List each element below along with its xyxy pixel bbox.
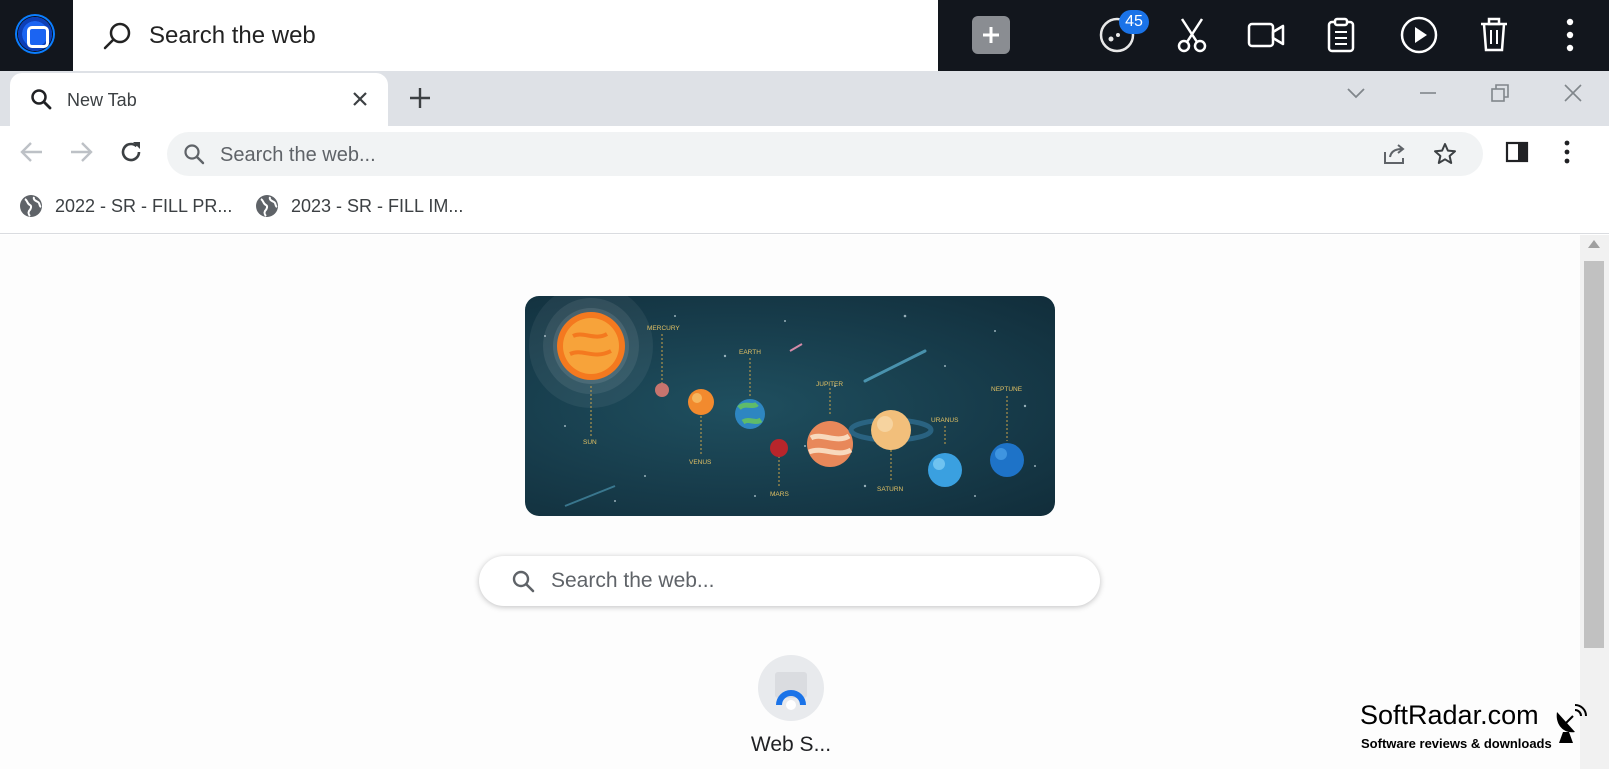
- minimize-icon[interactable]: [1416, 81, 1440, 105]
- tab-search-chevron-down-icon[interactable]: [1344, 81, 1368, 105]
- web-search-favicon-icon: [775, 672, 807, 710]
- tab-strip: New Tab: [0, 71, 1609, 126]
- close-window-icon[interactable]: [1561, 81, 1585, 105]
- bookmarks-bar: 2022 - SR - FILL PR... 2023 - SR - FILL …: [0, 182, 1609, 234]
- bookmark-item[interactable]: 2023 - SR - FILL IM...: [255, 192, 463, 220]
- top-search-bar[interactable]: Search the web: [73, 0, 938, 71]
- solar-system-banner: SUN MERCURY VENUS EARTH MARS JUPITER SAT…: [525, 296, 1055, 516]
- search-icon: [31, 89, 52, 110]
- satellite-dish-icon: [1556, 704, 1587, 743]
- video-camera-icon: [1247, 22, 1285, 48]
- address-bar[interactable]: Search the web...: [167, 132, 1483, 176]
- play-button[interactable]: [1398, 14, 1440, 56]
- shortcut-favicon: [758, 655, 824, 721]
- app-logo-icon[interactable]: [15, 14, 55, 54]
- softradar-watermark: SoftRadar.com Software reviews & downloa…: [1357, 700, 1587, 760]
- tab-new-tab[interactable]: New Tab: [10, 73, 388, 126]
- back-arrow-icon[interactable]: [18, 138, 46, 166]
- bookmark-star-icon[interactable]: [1433, 142, 1457, 166]
- globe-icon: [20, 195, 42, 217]
- bookmark-item[interactable]: 2022 - SR - FILL PR...: [19, 192, 232, 220]
- forward-arrow-icon[interactable]: [67, 138, 95, 166]
- planet-label-neptune: NEPTUNE: [991, 386, 1023, 393]
- planet-label-saturn: SATURN: [877, 486, 904, 493]
- screen: Search the web 45 New Tab Search the web…: [0, 0, 1609, 769]
- top-search-text: Search the web: [149, 21, 316, 49]
- bookmark-label: 2022 - SR - FILL PR...: [55, 195, 233, 216]
- new-tab-plus-icon[interactable]: [407, 85, 433, 111]
- vertical-dots-icon: [1566, 18, 1574, 52]
- shortcut-label: Web S...: [750, 733, 832, 756]
- search-icon: [512, 570, 535, 593]
- trash-icon: [1481, 17, 1507, 52]
- close-tab-icon[interactable]: [350, 89, 370, 109]
- planet-label-uranus: URANUS: [931, 417, 959, 424]
- plus-icon: [983, 27, 999, 43]
- address-bar-placeholder: Search the web...: [220, 144, 376, 166]
- planet-label-venus: VENUS: [689, 459, 712, 466]
- app-top-bar: Search the web 45: [0, 0, 1609, 71]
- solar-system-illustration: SUN MERCURY VENUS EARTH MARS JUPITER SAT…: [529, 296, 1036, 507]
- notification-badge: 45: [1119, 10, 1149, 34]
- share-icon[interactable]: [1382, 142, 1408, 166]
- restore-window-icon[interactable]: [1488, 81, 1512, 105]
- record-video-button[interactable]: [1245, 14, 1287, 56]
- scrollbar-thumb[interactable]: [1584, 261, 1604, 648]
- watermark-subtitle: Software reviews & downloads: [1361, 736, 1552, 751]
- clipboard-icon: [1327, 17, 1355, 53]
- search-icon: [103, 22, 131, 49]
- planet-label-earth: EARTH: [739, 349, 761, 356]
- more-options-button[interactable]: [1549, 14, 1591, 56]
- browser-toolbar: Search the web...: [0, 126, 1609, 182]
- scissors-icon: [1177, 18, 1207, 53]
- planet-label-mars: MARS: [770, 491, 789, 498]
- cut-button[interactable]: [1171, 14, 1213, 56]
- clipboard-button[interactable]: [1320, 14, 1362, 56]
- shortcut-tile[interactable]: Web S...: [741, 655, 841, 757]
- browser-menu-icon[interactable]: [1562, 139, 1572, 165]
- delete-button[interactable]: [1473, 14, 1515, 56]
- main-search-placeholder: Search the web...: [551, 569, 715, 592]
- tab-title: New Tab: [67, 90, 137, 110]
- side-panel-icon[interactable]: [1505, 140, 1529, 164]
- new-tab-page: SUN MERCURY VENUS EARTH MARS JUPITER SAT…: [0, 235, 1580, 769]
- scroll-up-arrow-icon[interactable]: [1588, 240, 1600, 248]
- reload-icon[interactable]: [117, 138, 145, 166]
- planet-label-jupiter: JUPITER: [816, 381, 843, 388]
- main-search-box[interactable]: Search the web...: [479, 556, 1100, 606]
- planet-label-sun: SUN: [583, 439, 597, 446]
- watermark-title: SoftRadar.com: [1360, 700, 1539, 730]
- add-button[interactable]: [972, 16, 1010, 54]
- bookmark-label: 2023 - SR - FILL IM...: [291, 195, 464, 216]
- planet-label-mercury: MERCURY: [647, 325, 680, 332]
- search-icon: [184, 144, 205, 165]
- globe-icon: [256, 195, 278, 217]
- play-circle-icon: [1400, 16, 1438, 54]
